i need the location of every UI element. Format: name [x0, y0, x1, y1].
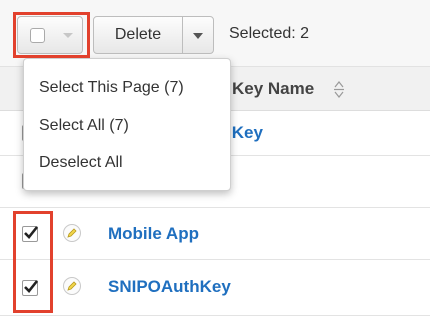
row-name-link[interactable]: SNIPOAuthKey	[108, 277, 231, 297]
table-row: SNIPOAuthKey	[0, 260, 430, 316]
pencil-icon[interactable]	[63, 277, 81, 295]
highlight-box	[13, 12, 90, 58]
chevron-down-icon	[193, 33, 203, 39]
menu-item-select-all[interactable]: Select All (7)	[39, 117, 129, 135]
menu-item-deselect-all[interactable]: Deselect All	[39, 154, 123, 172]
selected-count: Selected: 2	[229, 25, 310, 42]
highlight-box	[13, 211, 53, 313]
pencil-icon[interactable]	[63, 224, 81, 242]
sort-icon[interactable]	[333, 80, 345, 98]
delete-options-button[interactable]	[182, 16, 214, 54]
menu-item-select-this-page[interactable]: Select This Page (7)	[39, 79, 184, 97]
row-name-link[interactable]: Mobile App	[108, 224, 199, 244]
delete-button[interactable]: Delete	[93, 16, 183, 54]
table-row: Mobile App	[0, 208, 430, 260]
column-header-key-name[interactable]: Key Name	[232, 79, 314, 99]
select-dropdown-menu: Select This Page (7) Select All (7) Dese…	[23, 58, 231, 191]
